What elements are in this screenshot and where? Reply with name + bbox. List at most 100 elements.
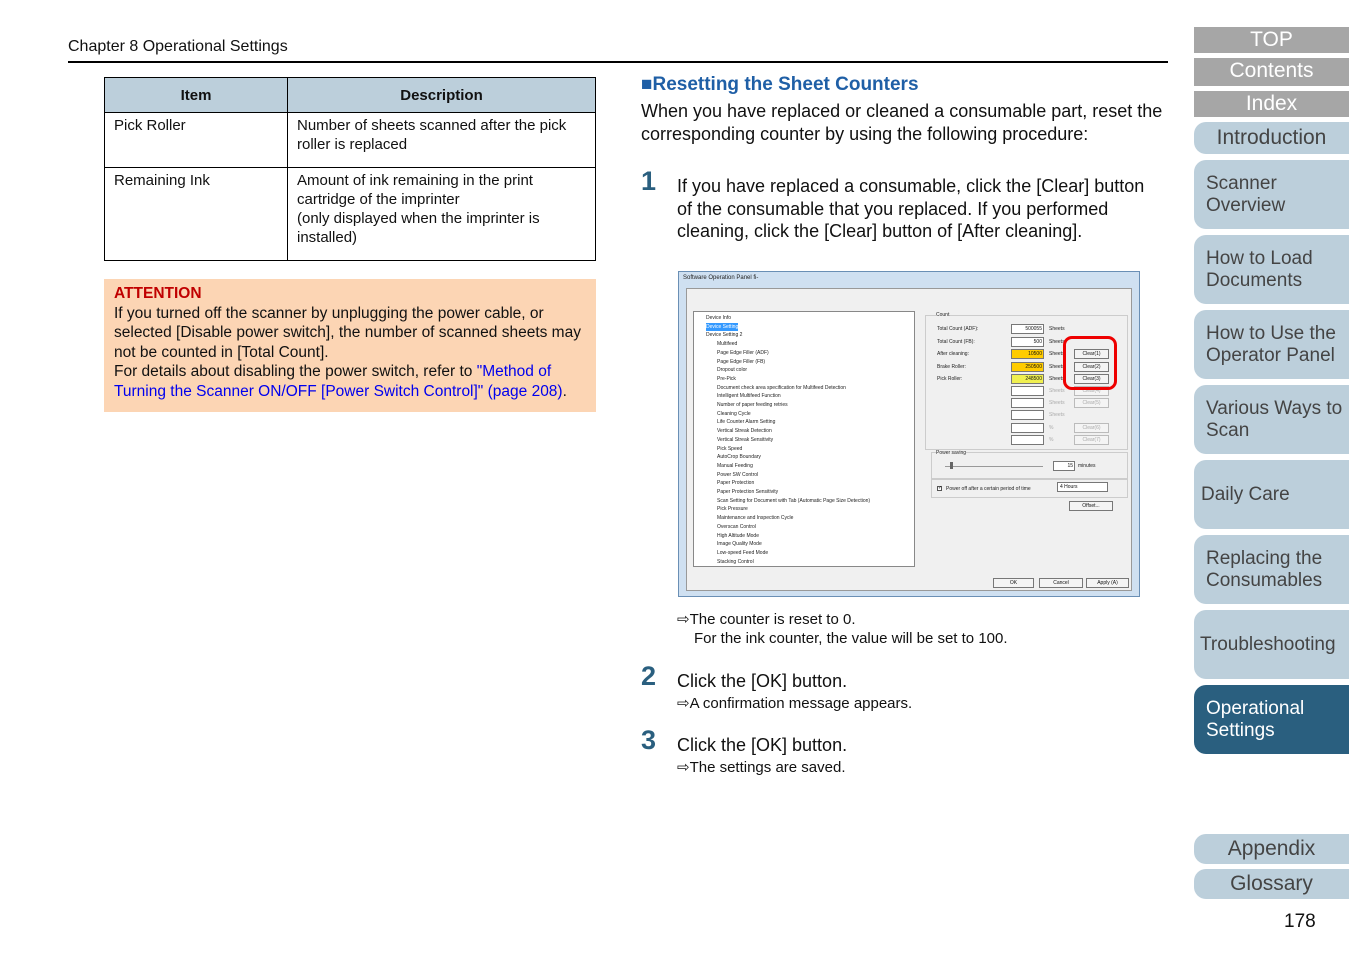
tree-item[interactable]: Manual Feeding	[717, 462, 753, 471]
tree-item[interactable]: Multifeed	[717, 340, 737, 349]
power-saving-minutes[interactable]: 15	[1053, 461, 1075, 471]
tree-item[interactable]: Pick Pressure	[717, 505, 748, 514]
tree-item[interactable]: Power SW Control	[717, 471, 758, 480]
tree-item[interactable]: Document check area specification for Mu…	[717, 384, 846, 393]
header-rule	[68, 61, 1168, 63]
nav-top-button[interactable]: TOP	[1194, 27, 1349, 53]
counter-value: 10500	[1011, 349, 1044, 359]
dialog-cancel-button[interactable]: Cancel	[1039, 578, 1083, 588]
counter-unit: Sheets	[1049, 412, 1065, 418]
attention-text: If you turned off the scanner by unplugg…	[114, 304, 581, 361]
step-result: ⇨The settings are saved.	[677, 759, 846, 776]
page-number: 178	[1284, 911, 1316, 932]
col-header-description: Description	[287, 77, 596, 113]
chapter-header: Chapter 8 Operational Settings	[68, 38, 288, 55]
tree-item[interactable]: Overscan Control	[717, 523, 756, 532]
tab-introduction[interactable]: Introduction	[1194, 122, 1349, 154]
dialog-ok-button[interactable]: OK	[993, 578, 1034, 588]
cell-item: Remaining Ink	[104, 167, 288, 261]
counter-value	[1011, 423, 1044, 433]
dialog-title: Software Operation Panel fi-	[683, 275, 759, 281]
highlight-circle	[1063, 336, 1117, 390]
tree-item[interactable]: Scan Setting for Document with Tab (Auto…	[717, 497, 870, 506]
clear-button[interactable]: Clear(5)	[1074, 398, 1109, 408]
nav-index-button[interactable]: Index	[1194, 91, 1349, 117]
power-saving-slider[interactable]	[945, 466, 1043, 467]
col-header-item: Item	[104, 77, 288, 113]
tree-item[interactable]: Vertical Streak Sensitivity	[717, 436, 773, 445]
dialog-apply-button[interactable]: Apply (A)	[1086, 578, 1129, 588]
counter-unit: Sheets	[1049, 326, 1065, 332]
section-intro: When you have replaced or cleaned a cons…	[641, 101, 1163, 144]
tab-replacing-consumables[interactable]: Replacing the Consumables	[1194, 535, 1349, 604]
counter-unit: %	[1049, 437, 1054, 443]
tree-item[interactable]: Image Quality Mode	[717, 540, 762, 549]
description-note: (only displayed when the imprinter is in…	[297, 210, 540, 246]
step-number: 3	[641, 725, 657, 755]
tree-item[interactable]: Page Edge Filler (FB)	[717, 358, 765, 367]
tree-item[interactable]: Number of paper feeding retries	[717, 401, 788, 410]
attention-box: ATTENTION If you turned off the scanner …	[104, 279, 596, 412]
cell-description: Number of sheets scanned after the pick …	[287, 112, 596, 168]
step-text: Click the [OK] button.	[677, 671, 848, 691]
tab-various-ways-to-scan[interactable]: Various Ways to Scan	[1194, 385, 1349, 454]
step-result: ⇨The counter is reset to 0.	[677, 611, 856, 628]
counter-value	[1011, 398, 1044, 408]
counter-value	[1011, 435, 1044, 445]
cell-item: Pick Roller	[104, 112, 288, 168]
tab-appendix[interactable]: Appendix	[1194, 834, 1349, 864]
attention-text-2: For details about disabling the power sw…	[114, 363, 477, 380]
tree-item[interactable]: Stacking Control	[717, 558, 754, 567]
tree-item[interactable]: Pick Speed	[717, 445, 742, 454]
counter-value	[1011, 410, 1044, 420]
step-result-note: For the ink counter, the value will be s…	[694, 630, 1008, 647]
tree-item[interactable]: High Altitude Mode	[717, 532, 759, 541]
tree-item[interactable]: Life Counter Alarm Setting	[717, 418, 775, 427]
software-operation-panel-screenshot: Software Operation Panel fi- Device Info…	[678, 271, 1140, 597]
tree-item[interactable]: Device Setting 2	[706, 331, 742, 340]
tree-item[interactable]: Maintenance and Inspection Cycle	[717, 514, 793, 523]
tab-operator-panel[interactable]: How to Use the Operator Panel	[1194, 310, 1349, 379]
tree-item[interactable]: AutoCrop Boundary	[717, 453, 761, 462]
tree-item[interactable]: Vertical Streak Detection	[717, 427, 772, 436]
description-text: Amount of ink remaining in the print car…	[297, 172, 533, 208]
counter-label: After cleaning:	[937, 351, 969, 357]
minutes-label: minutes	[1078, 463, 1096, 469]
power-off-select[interactable]: 4 Hours	[1057, 482, 1108, 492]
settings-tree: Device Info Device Setting Device Setting …	[693, 311, 915, 567]
power-off-checkbox[interactable]: ✓	[937, 486, 942, 491]
counter-value: 500055	[1011, 324, 1044, 334]
tab-daily-care[interactable]: Daily Care	[1194, 460, 1349, 529]
tree-item[interactable]: Page Edge Filler (ADF)	[717, 349, 769, 358]
counter-label: Brake Roller:	[937, 364, 966, 370]
tab-glossary[interactable]: Glossary	[1194, 869, 1349, 899]
tree-item[interactable]: Device Info	[706, 314, 731, 323]
tab-scanner-overview[interactable]: Scanner Overview	[1194, 160, 1349, 229]
item-table: Item Description Pick Roller Number of she…	[104, 77, 596, 261]
tree-item[interactable]: Low-speed Feed Mode	[717, 549, 768, 558]
counter-unit: Sheets	[1049, 388, 1065, 394]
tab-how-to-load-documents[interactable]: How to Load Documents	[1194, 235, 1349, 304]
counter-value: 250500	[1011, 362, 1044, 372]
counter-unit: Sheets	[1049, 400, 1065, 406]
tab-troubleshooting[interactable]: Troubleshooting	[1194, 610, 1349, 679]
tree-item[interactable]: Dropout color	[717, 366, 747, 375]
tree-item-selected[interactable]: Device Setting	[706, 322, 739, 332]
tree-item[interactable]: Paper Protection Sensitivity	[717, 488, 778, 497]
step-text: If you have replaced a consumable, click…	[677, 176, 1145, 241]
tree-item[interactable]: Paper Protection	[717, 479, 754, 488]
clear-button[interactable]: Clear(7)	[1074, 435, 1109, 445]
offset-button[interactable]: Offset...	[1069, 501, 1113, 511]
tree-item[interactable]: Intelligent Multifeed Function	[717, 392, 781, 401]
tab-operational-settings[interactable]: Operational Settings	[1194, 685, 1349, 754]
cell-description: Amount of ink remaining in the print car…	[287, 167, 596, 261]
counter-value: 500	[1011, 337, 1044, 347]
counter-value: 248500	[1011, 374, 1044, 384]
counter-unit: %	[1049, 425, 1054, 431]
tree-item[interactable]: Cleaning Cycle	[717, 410, 751, 419]
tree-item[interactable]: Pre-Pick	[717, 375, 736, 384]
nav-contents-button[interactable]: Contents	[1194, 58, 1349, 86]
clear-button[interactable]: Clear(6)	[1074, 423, 1109, 433]
counter-label: Total Count (FB):	[937, 339, 975, 345]
slider-thumb[interactable]	[950, 462, 953, 469]
